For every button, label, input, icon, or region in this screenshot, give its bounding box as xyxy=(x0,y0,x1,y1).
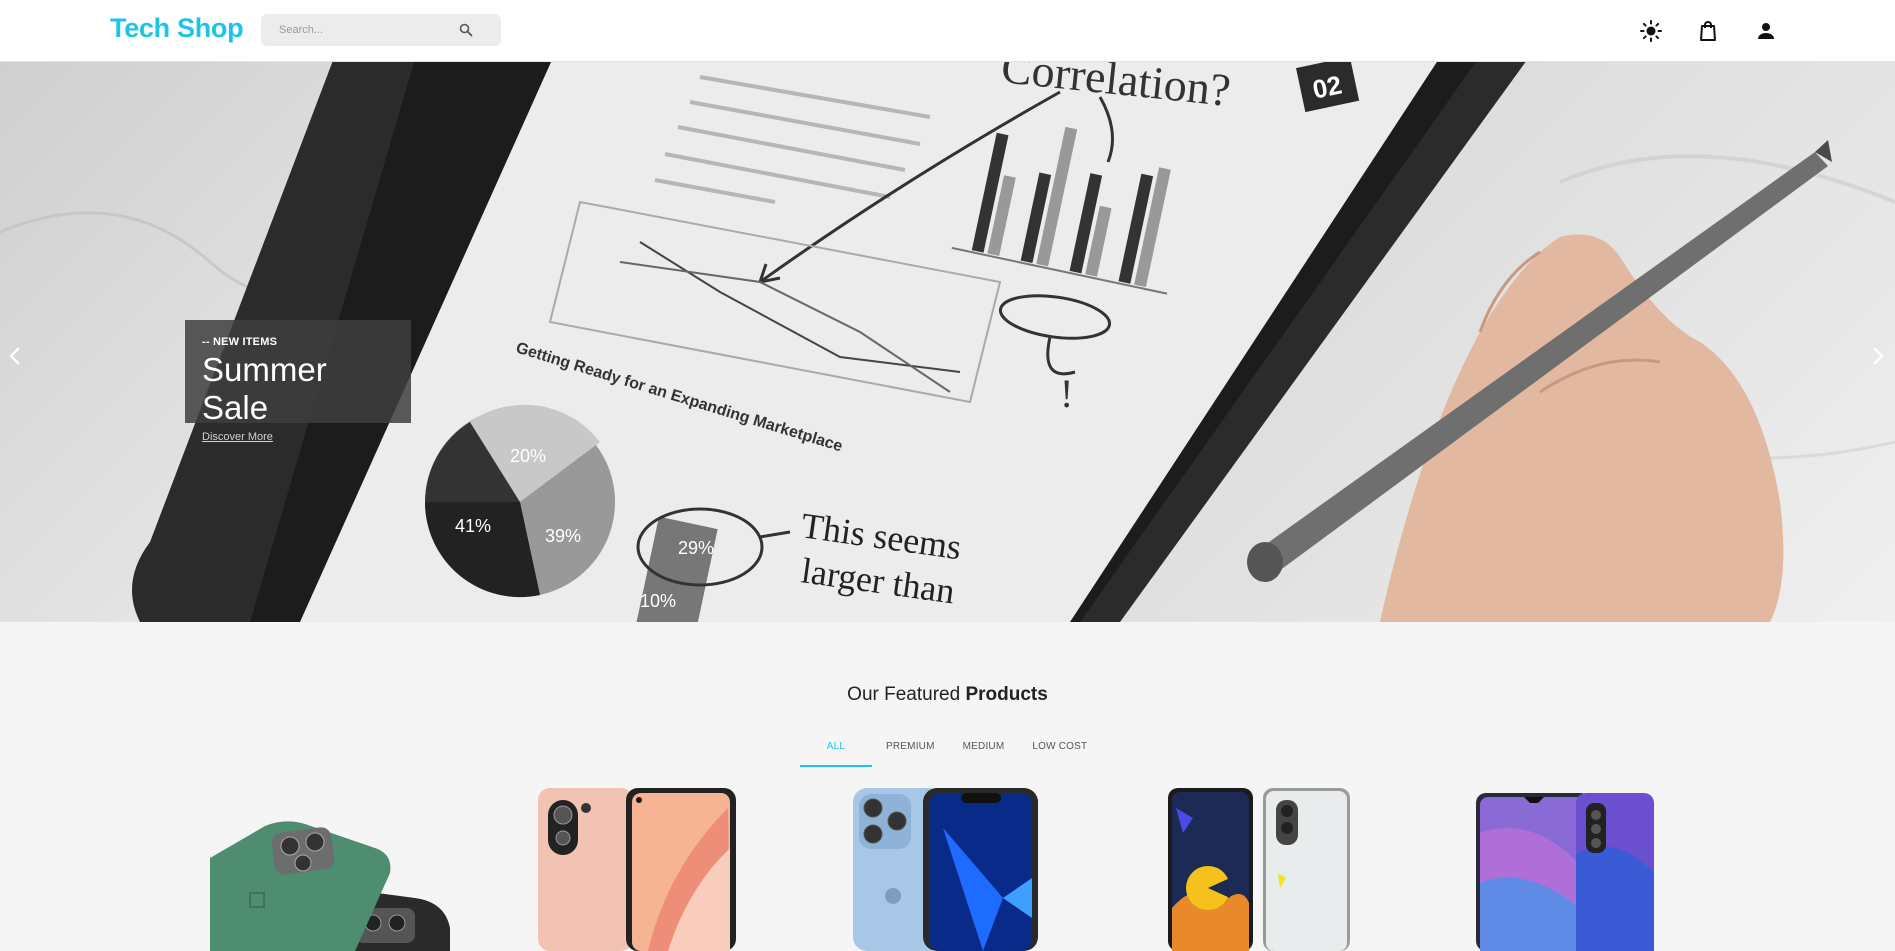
product-card-image[interactable] xyxy=(853,788,1038,951)
featured-title-bold: Products xyxy=(965,684,1048,705)
hero-title: Summer Sale xyxy=(202,351,327,426)
sun-icon[interactable] xyxy=(1639,19,1663,43)
hero-kicker: -- NEW ITEMS xyxy=(202,336,278,348)
search-icon[interactable] xyxy=(458,22,474,38)
search-input[interactable] xyxy=(279,22,459,38)
user-icon[interactable] xyxy=(1754,19,1778,43)
discover-more-link[interactable]: Discover More xyxy=(202,431,273,443)
tab-all[interactable]: ALL xyxy=(800,738,872,767)
product-filter-tabs: ALL PREMIUM MEDIUM LOW COST xyxy=(800,738,1101,768)
product-grid xyxy=(0,788,1895,951)
shopping-bag-icon[interactable] xyxy=(1696,19,1720,43)
svg-text:!: ! xyxy=(1060,371,1073,416)
tab-medium[interactable]: MEDIUM xyxy=(949,738,1019,767)
site-logo[interactable]: Tech Shop xyxy=(110,13,244,44)
svg-text:02: 02 xyxy=(1310,69,1345,104)
product-card-image[interactable] xyxy=(1168,788,1350,951)
hero-banner: Correlation? 02 ! Getting Ready for an E… xyxy=(0,62,1895,622)
featured-title: Our Featured Products xyxy=(0,684,1895,706)
featured-title-prefix: Our Featured xyxy=(847,684,961,705)
svg-text:10%: 10% xyxy=(640,591,676,611)
svg-text:20%: 20% xyxy=(510,446,546,466)
chevron-left-icon[interactable] xyxy=(1,342,29,370)
chevron-right-icon[interactable] xyxy=(1864,342,1892,370)
tab-premium[interactable]: PREMIUM xyxy=(872,738,949,767)
hero-caption: -- NEW ITEMS Summer Sale Discover More xyxy=(185,320,411,443)
svg-text:41%: 41% xyxy=(455,516,491,536)
product-card-image[interactable] xyxy=(1476,793,1654,951)
svg-text:29%: 29% xyxy=(678,538,714,558)
search-bar xyxy=(261,14,501,46)
site-header: Tech Shop xyxy=(0,0,1895,62)
svg-text:39%: 39% xyxy=(545,526,581,546)
product-card-image[interactable] xyxy=(538,788,738,951)
tab-low-cost[interactable]: LOW COST xyxy=(1018,738,1101,767)
product-card-image[interactable] xyxy=(205,818,455,951)
